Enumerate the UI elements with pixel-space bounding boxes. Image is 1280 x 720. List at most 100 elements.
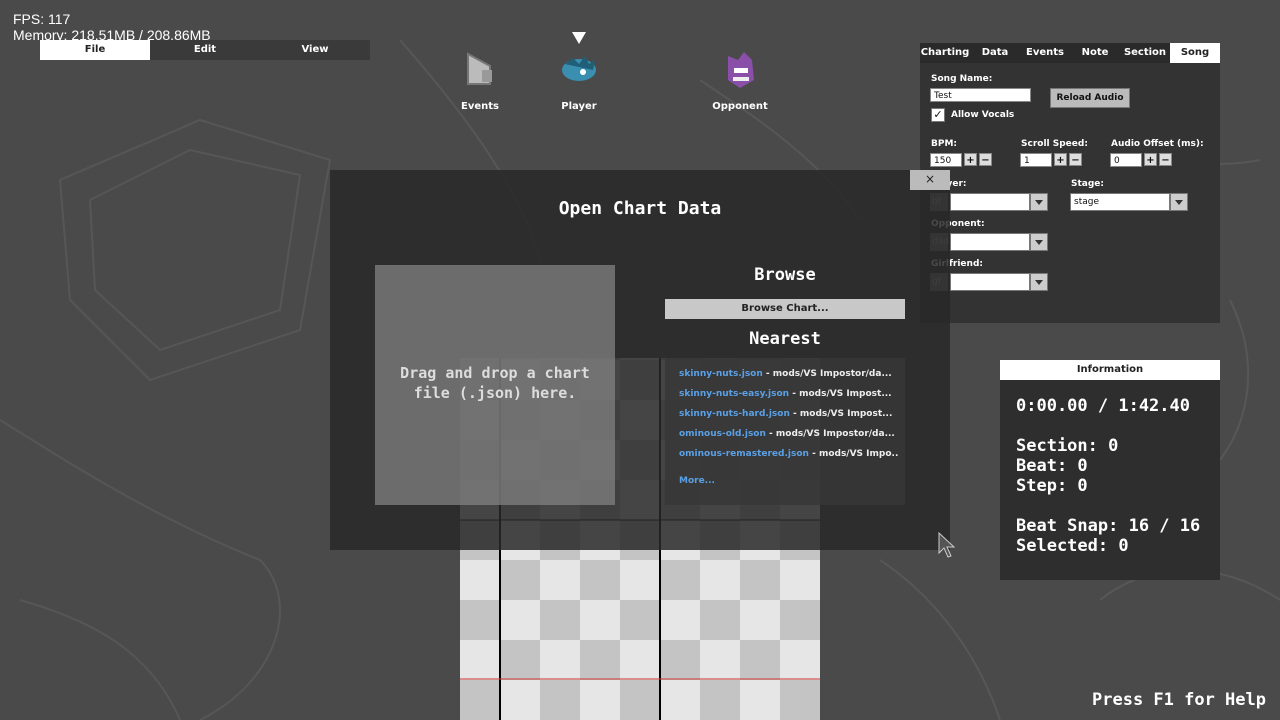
chart-file-link[interactable]: ominous-old.json [679,429,766,439]
menu-file[interactable]: File [40,40,150,60]
chart-file-path: - mods/VS Impost... [789,409,893,419]
opponent-dropdown-arrow-icon[interactable] [1030,233,1048,251]
grid-cell [580,680,620,720]
opponent-icon-group[interactable]: Opponent [700,50,780,112]
grid-cell [700,680,740,720]
fps-counter: FPS: 117 [13,11,71,27]
more-charts-link[interactable]: More... [679,476,715,486]
grid-cell [620,600,660,640]
list-item[interactable]: skinny-nuts.json - mods/VS Impostor/da..… [679,369,899,379]
tab-events[interactable]: Events [1020,43,1070,63]
section-readout: Section: 0 [1016,436,1119,456]
chart-file-link[interactable]: skinny-nuts-hard.json [679,409,790,419]
nearest-charts-list: skinny-nuts.json - mods/VS Impostor/da..… [665,358,905,505]
events-icon [467,52,492,85]
grid-cell [500,560,540,600]
grid-cell [700,600,740,640]
menu-edit[interactable]: Edit [150,40,260,60]
tab-charting[interactable]: Charting [920,43,970,63]
help-hint: Press F1 for Help [1092,690,1266,710]
bpm-plus-button[interactable]: + [964,153,977,166]
scroll-speed-label: Scroll Speed: [1021,139,1088,149]
events-icon-group[interactable]: Events [440,50,520,112]
drop-zone-text: Drag and drop a chart file (.json) here. [375,363,615,403]
grid-cell [460,640,500,680]
allow-vocals-checkbox[interactable]: ✓ [931,108,945,122]
chart-drop-zone[interactable]: Drag and drop a chart file (.json) here. [375,265,615,505]
audio-offset-stepper[interactable]: 0 [1110,153,1142,167]
grid-cell [620,560,660,600]
grid-cell [460,680,500,720]
chart-file-link[interactable]: skinny-nuts.json [679,369,763,379]
grid-cell [620,680,660,720]
girlfriend-dropdown-arrow-icon[interactable] [1030,273,1048,291]
reload-audio-button[interactable]: Reload Audio [1050,88,1130,108]
audio-offset-plus-button[interactable]: + [1144,153,1157,166]
opponent-label: Opponent [712,101,768,112]
chart-file-link[interactable]: skinny-nuts-easy.json [679,389,789,399]
grid-cell [620,640,660,680]
grid-cell [780,640,820,680]
drop-zone-line-2: file (.json) here. [413,384,577,402]
player-label: Player [561,101,597,112]
song-name-label: Song Name: [931,74,993,84]
grid-cell [460,560,500,600]
grid-cell [540,640,580,680]
stage-dropdown-arrow-icon[interactable] [1170,193,1188,211]
girlfriend-select[interactable] [950,273,1030,291]
allow-vocals-label: Allow Vocals [951,110,1015,120]
opponent-select[interactable] [950,233,1030,251]
boyfriend-icon [562,56,596,81]
information-panel: Information 0:00.00 / 1:42.40 Section: 0… [1000,360,1220,580]
player-dropdown-arrow-icon[interactable] [1030,193,1048,211]
chart-file-path: - mods/VS Impost... [789,389,892,399]
scroll-speed-minus-button[interactable]: − [1069,153,1082,166]
editor-tabs: Charting Data Events Note Section Song [920,43,1220,63]
grid-cell [700,560,740,600]
grid-cell [500,640,540,680]
dad-icon [728,52,754,88]
mouse-cursor-icon [938,532,956,558]
tab-section[interactable]: Section [1120,43,1170,63]
grid-cell [660,560,700,600]
stage-select[interactable]: stage [1070,193,1170,211]
tab-song[interactable]: Song [1170,43,1220,63]
bpm-minus-button[interactable]: − [979,153,992,166]
player-select[interactable] [950,193,1030,211]
editor-tab-panel: Charting Data Events Note Section Song S… [920,43,1220,323]
grid-cell [740,680,780,720]
grid-cell [580,600,620,640]
information-header: Information [1000,360,1220,380]
step-readout: Step: 0 [1016,476,1088,496]
list-item[interactable]: skinny-nuts-easy.json - mods/VS Impost..… [679,389,899,399]
audio-offset-minus-button[interactable]: − [1159,153,1172,166]
scroll-speed-plus-button[interactable]: + [1054,153,1067,166]
grid-cell [780,560,820,600]
chart-file-path: - mods/VS Impostor/da... [765,429,895,439]
grid-cell [660,640,700,680]
chart-file-path: - mods/VS Impo... [808,449,899,459]
grid-cell [460,600,500,640]
nearest-heading: Nearest [749,329,821,349]
browse-chart-button[interactable]: Browse Chart... [665,299,905,319]
bpm-label: BPM: [931,139,958,149]
grid-cell [740,560,780,600]
grid-cell [540,560,580,600]
tab-data[interactable]: Data [970,43,1020,63]
grid-cell [500,600,540,640]
list-item[interactable]: ominous-old.json - mods/VS Impostor/da..… [679,429,899,439]
close-dialog-button[interactable]: × [910,170,950,190]
chart-file-link[interactable]: ominous-remastered.json [679,449,809,459]
grid-cell [660,600,700,640]
player-icon-group[interactable]: Player [539,50,619,112]
list-item[interactable]: ominous-remastered.json - mods/VS Impo..… [679,449,899,459]
bpm-stepper[interactable]: 150 [930,153,962,167]
grid-cell [540,600,580,640]
grid-cell [740,640,780,680]
list-item[interactable]: skinny-nuts-hard.json - mods/VS Impost..… [679,409,899,419]
song-name-input[interactable]: Test [930,88,1031,102]
menu-view[interactable]: View [260,40,370,60]
grid-cell [660,680,700,720]
scroll-speed-stepper[interactable]: 1 [1020,153,1052,167]
tab-note[interactable]: Note [1070,43,1120,63]
